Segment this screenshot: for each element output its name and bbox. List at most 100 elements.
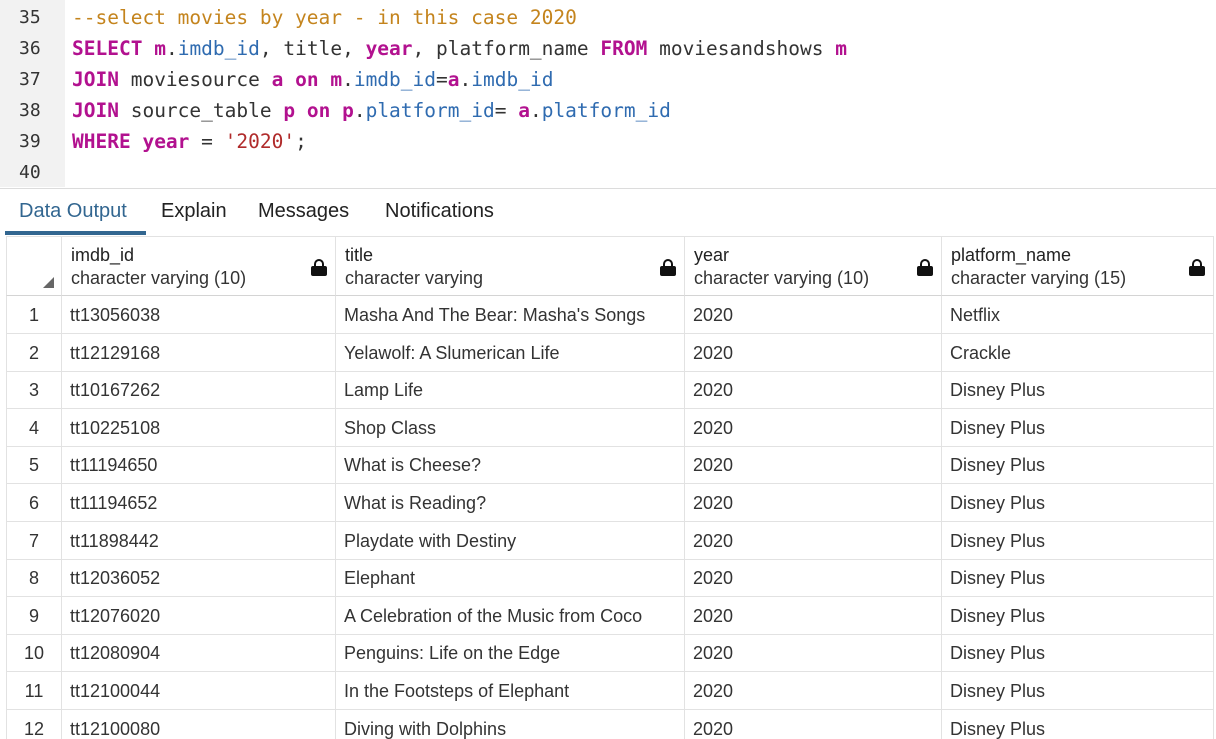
tab-data-output[interactable]: Data Output [19, 200, 127, 223]
row-number[interactable]: 9 [6, 596, 62, 635]
table-row[interactable]: 6 tt11194652 What is Reading? 2020 Disney Pl… [6, 484, 1214, 522]
cell-title[interactable]: Diving with Dolphins [336, 709, 685, 739]
cell-year[interactable]: 2020 [685, 371, 942, 410]
column-header-year[interactable]: year character varying (10) [685, 236, 942, 296]
cell-platform-name[interactable]: Disney Plus [942, 371, 1214, 410]
cell-imdb-id[interactable]: tt12080904 [62, 634, 336, 673]
cell-year[interactable]: 2020 [685, 296, 942, 334]
tab-notifications[interactable]: Notifications [385, 200, 494, 223]
cell-title[interactable]: Shop Class [336, 408, 685, 447]
tab-messages[interactable]: Messages [258, 200, 349, 223]
table-row[interactable]: 1 tt13056038 Masha And The Bear: Masha's S… [6, 296, 1214, 334]
cell-year[interactable]: 2020 [685, 333, 942, 372]
cell-title[interactable]: What is Reading? [336, 484, 685, 522]
row-number-header[interactable] [6, 236, 62, 296]
code-line[interactable]: 38 JOIN source_table p on p.platform_id= … [0, 95, 1216, 126]
row-number[interactable]: 6 [6, 484, 62, 522]
code-text: SELECT m.imdb_id, title, year, platform_… [65, 37, 847, 60]
cell-platform-name[interactable]: Disney Plus [942, 408, 1214, 447]
row-number[interactable]: 1 [6, 296, 62, 334]
cell-imdb-id[interactable]: tt12100080 [62, 709, 336, 739]
cell-year[interactable]: 2020 [685, 634, 942, 673]
cell-platform-name[interactable]: Disney Plus [942, 634, 1214, 673]
code-token: a [447, 68, 460, 91]
table-row[interactable]: 10 tt12080904 Penguins: Life on the Edge 20… [6, 634, 1214, 673]
row-number[interactable]: 12 [6, 709, 62, 739]
tab-explain[interactable]: Explain [161, 200, 227, 223]
table-row[interactable]: 4 tt10225108 Shop Class 2020 Disney Plus [6, 408, 1214, 447]
cell-platform-name[interactable]: Crackle [942, 333, 1214, 372]
table-row[interactable]: 9 tt12076020 A Celebration of the Music fr… [6, 596, 1214, 635]
table-row[interactable]: 5 tt11194650 What is Cheese? 2020 Disney Plu… [6, 446, 1214, 485]
cell-platform-name[interactable]: Disney Plus [942, 521, 1214, 560]
code-line[interactable]: 39 WHERE year = '2020'; [0, 126, 1216, 157]
cell-platform-name[interactable]: Disney Plus [942, 672, 1214, 710]
cell-title[interactable]: Elephant [336, 559, 685, 598]
cell-year[interactable]: 2020 [685, 596, 942, 635]
cell-platform-name[interactable]: Netflix [942, 296, 1214, 334]
cell-title[interactable]: Yelawolf: A Slumerican Life [336, 333, 685, 372]
row-number[interactable]: 5 [6, 446, 62, 485]
cell-platform-name[interactable]: Disney Plus [942, 484, 1214, 522]
active-tab-indicator [5, 231, 146, 235]
line-number: 37 [19, 69, 41, 90]
row-number[interactable]: 7 [6, 521, 62, 560]
code-token: imdb_id [471, 68, 554, 91]
cell-title[interactable]: Playdate with Destiny [336, 521, 685, 560]
code-line[interactable]: 37 JOIN moviesource a on m.imdb_id=a.imdb… [0, 64, 1216, 95]
table-row[interactable]: 2 tt12129168 Yelawolf: A Slumerican Life 20… [6, 333, 1214, 372]
line-number: 40 [19, 162, 41, 183]
code-token: . [165, 37, 178, 60]
cell-platform-name[interactable]: Disney Plus [942, 559, 1214, 598]
cell-title[interactable]: In the Footsteps of Elephant [336, 672, 685, 710]
code-line[interactable]: 40 [0, 157, 1216, 188]
cell-title[interactable]: Penguins: Life on the Edge [336, 634, 685, 673]
cell-year[interactable]: 2020 [685, 484, 942, 522]
cell-title[interactable]: Lamp Life [336, 371, 685, 410]
cell-imdb-id[interactable]: tt10167262 [62, 371, 336, 410]
column-header-title[interactable]: title character varying [336, 236, 685, 296]
table-row[interactable]: 8 tt12036052 Elephant 2020 Disney Plus [6, 559, 1214, 598]
cell-title[interactable]: What is Cheese? [336, 446, 685, 485]
cell-imdb-id[interactable]: tt12100044 [62, 672, 336, 710]
row-number[interactable]: 3 [6, 371, 62, 410]
cell-imdb-id[interactable]: tt11898442 [62, 521, 336, 560]
row-number[interactable]: 11 [6, 672, 62, 710]
row-number[interactable]: 4 [6, 408, 62, 447]
row-number[interactable]: 2 [6, 333, 62, 372]
row-number[interactable]: 10 [6, 634, 62, 673]
cell-year[interactable]: 2020 [685, 672, 942, 710]
code-token: m [154, 37, 166, 60]
row-number[interactable]: 8 [6, 559, 62, 598]
cell-year[interactable]: 2020 [685, 408, 942, 447]
cell-year[interactable]: 2020 [685, 521, 942, 560]
cell-year[interactable]: 2020 [685, 709, 942, 739]
table-row[interactable]: 7 tt11898442 Playdate with Destiny 2020 Disn… [6, 521, 1214, 560]
cell-imdb-id[interactable]: tt12036052 [62, 559, 336, 598]
table-row[interactable]: 11 tt12100044 In the Footsteps of Elephant… [6, 672, 1214, 710]
code-line[interactable]: 35 --select movies by year - in this case… [0, 2, 1216, 33]
cell-imdb-id[interactable]: tt13056038 [62, 296, 336, 334]
select-all-icon[interactable] [43, 277, 54, 288]
cell-platform-name[interactable]: Disney Plus [942, 446, 1214, 485]
cell-title[interactable]: Masha And The Bear: Masha's Songs [336, 296, 685, 334]
cell-imdb-id[interactable]: tt12076020 [62, 596, 336, 635]
cell-imdb-id[interactable]: tt10225108 [62, 408, 336, 447]
cell-imdb-id[interactable]: tt11194650 [62, 446, 336, 485]
cell-year[interactable]: 2020 [685, 559, 942, 598]
cell-imdb-id[interactable]: tt11194652 [62, 484, 336, 522]
code-token: , title, [259, 37, 366, 60]
sql-editor[interactable]: 35 --select movies by year - in this case… [0, 0, 1216, 187]
cell-platform-name[interactable]: Disney Plus [942, 596, 1214, 635]
table-row[interactable]: 3 tt10167262 Lamp Life 2020 Disney Plus [6, 371, 1214, 410]
cell-platform-name[interactable]: Disney Plus [942, 709, 1214, 739]
code-line[interactable]: 36 SELECT m.imdb_id, title, year, platfor… [0, 33, 1216, 64]
column-header-platform-name[interactable]: platform_name character varying (15) [942, 236, 1214, 296]
cell-imdb-id[interactable]: tt12129168 [62, 333, 336, 372]
table-row[interactable]: 12 tt12100080 Diving with Dolphins 2020 Disn… [6, 709, 1214, 739]
cell-year[interactable]: 2020 [685, 446, 942, 485]
column-header-imdb-id[interactable]: imdb_id character varying (10) [62, 236, 336, 296]
cell-title[interactable]: A Celebration of the Music from Coco [336, 596, 685, 635]
